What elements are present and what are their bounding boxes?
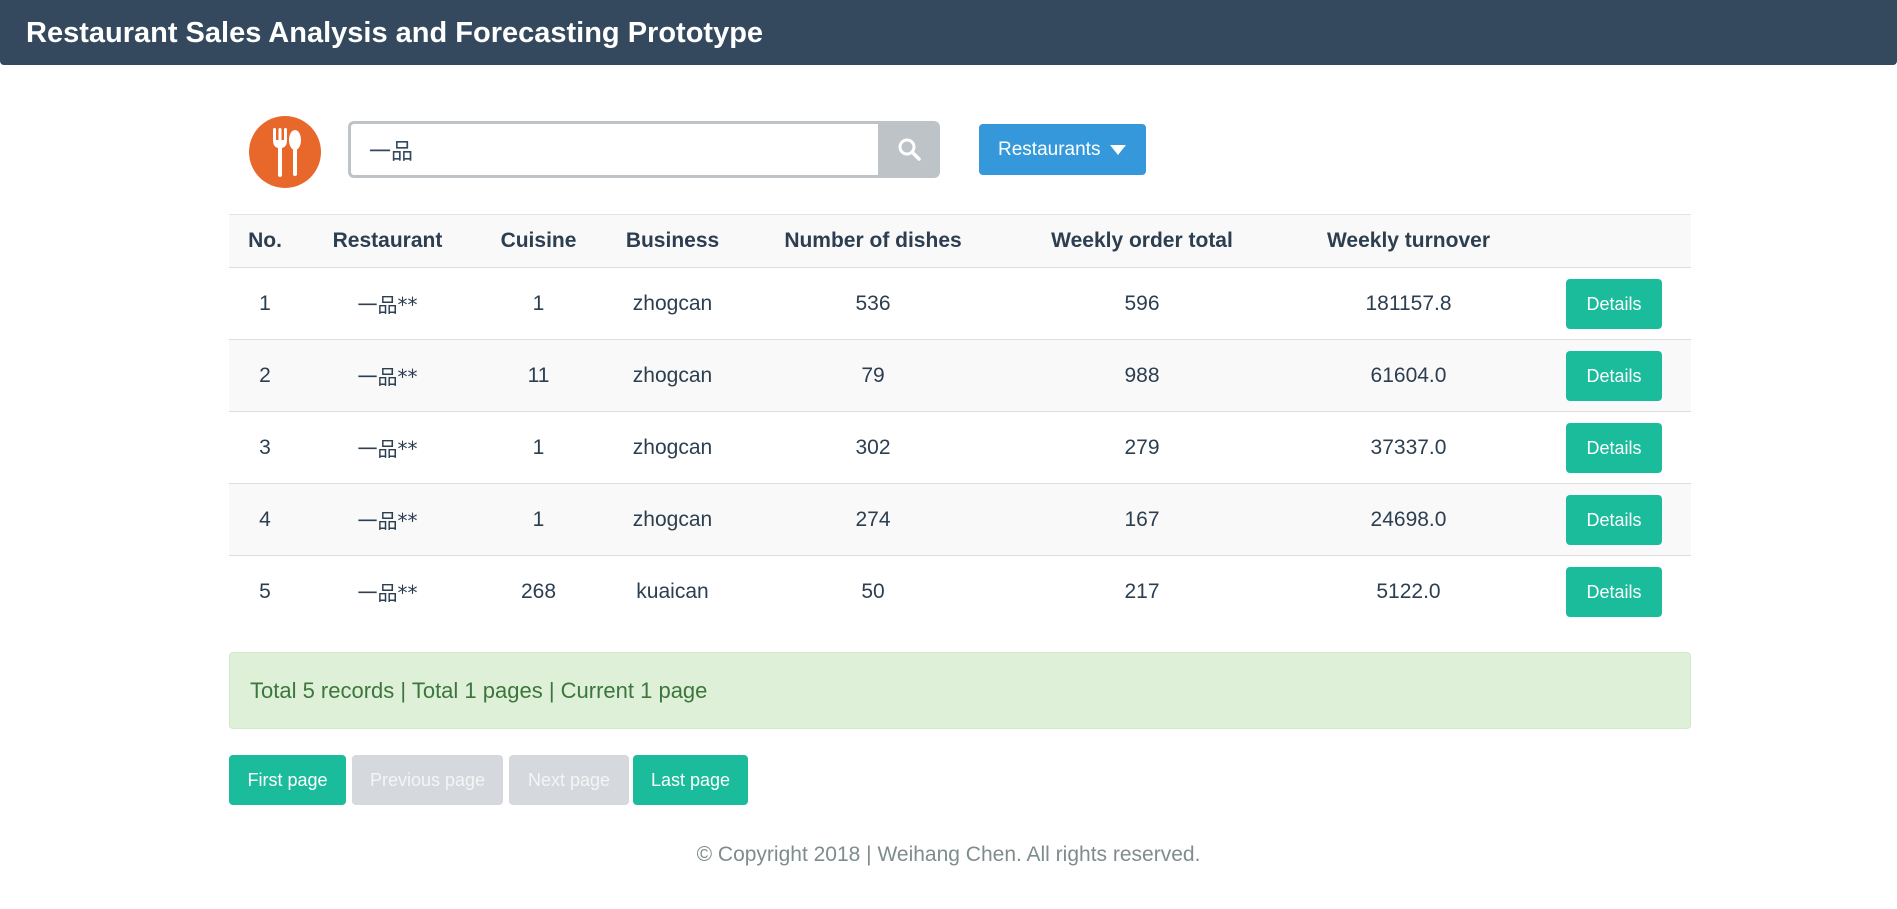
copyright-footer: © Copyright 2018 | Weihang Chen. All rig… <box>696 843 1201 866</box>
table-row: 4 一品** 1 zhogcan 274 167 24698.0 Details <box>229 483 1691 556</box>
cell-orders: 167 <box>1004 483 1280 556</box>
cell-no: 2 <box>229 339 301 412</box>
cell-orders: 596 <box>1004 267 1280 340</box>
cell-business: zhogcan <box>603 483 742 556</box>
cell-dishes: 302 <box>742 411 1004 484</box>
header-orders: Weekly order total <box>1004 214 1280 268</box>
table-row: 3 一品** 1 zhogcan 302 279 37337.0 Details <box>229 411 1691 484</box>
cell-orders: 279 <box>1004 411 1280 484</box>
next-page-button[interactable]: Next page <box>509 755 629 805</box>
header-business: Business <box>603 214 742 268</box>
cell-turnover: 24698.0 <box>1280 483 1537 556</box>
fork-spoon-icon <box>249 116 321 188</box>
cell-cuisine: 1 <box>474 411 603 484</box>
cell-orders: 217 <box>1004 555 1280 627</box>
header-no: No. <box>229 214 301 268</box>
cell-dishes: 79 <box>742 339 1004 412</box>
restaurants-dropdown-label: Restaurants <box>998 139 1101 160</box>
cell-action: Details <box>1537 339 1691 412</box>
previous-page-button[interactable]: Previous page <box>352 755 503 805</box>
cell-restaurant: 一品** <box>301 483 474 556</box>
first-page-button[interactable]: First page <box>229 755 346 805</box>
search-button[interactable] <box>878 121 940 178</box>
table-row: 1 一品** 1 zhogcan 536 596 181157.8 Detail… <box>229 267 1691 340</box>
header-action <box>1537 214 1691 268</box>
cell-dishes: 274 <box>742 483 1004 556</box>
cell-restaurant: 一品** <box>301 411 474 484</box>
table-row: 5 一品** 268 kuaican 50 217 5122.0 Details <box>229 555 1691 627</box>
cell-cuisine: 1 <box>474 483 603 556</box>
cell-no: 3 <box>229 411 301 484</box>
cell-cuisine: 1 <box>474 267 603 340</box>
details-button[interactable]: Details <box>1566 494 1662 545</box>
cell-action: Details <box>1537 267 1691 340</box>
top-navbar: Restaurant Sales Analysis and Forecastin… <box>0 0 1897 65</box>
cell-orders: 988 <box>1004 339 1280 412</box>
details-button[interactable]: Details <box>1566 422 1662 473</box>
header-cuisine: Cuisine <box>474 214 603 268</box>
restaurant-table: No. Restaurant Cuisine Business Number o… <box>229 214 1691 627</box>
cell-turnover: 37337.0 <box>1280 411 1537 484</box>
cell-action: Details <box>1537 411 1691 484</box>
cell-action: Details <box>1537 555 1691 627</box>
cell-restaurant: 一品** <box>301 339 474 412</box>
header-dishes: Number of dishes <box>742 214 1004 268</box>
details-button[interactable]: Details <box>1566 566 1662 617</box>
cell-dishes: 536 <box>742 267 1004 340</box>
header-restaurant: Restaurant <box>301 214 474 268</box>
cell-dishes: 50 <box>742 555 1004 627</box>
last-page-button[interactable]: Last page <box>633 755 748 805</box>
cell-action: Details <box>1537 483 1691 556</box>
search-group <box>348 121 940 178</box>
cell-business: zhogcan <box>603 411 742 484</box>
app-title[interactable]: Restaurant Sales Analysis and Forecastin… <box>26 0 763 66</box>
cell-business: zhogcan <box>603 339 742 412</box>
cell-turnover: 181157.8 <box>1280 267 1537 340</box>
cell-no: 1 <box>229 267 301 340</box>
cell-cuisine: 11 <box>474 339 603 412</box>
records-summary: Total 5 records | Total 1 pages | Curren… <box>229 652 1691 729</box>
cell-business: zhogcan <box>603 267 742 340</box>
cell-turnover: 61604.0 <box>1280 339 1537 412</box>
caret-down-icon <box>1110 145 1126 155</box>
cell-no: 4 <box>229 483 301 556</box>
cell-cuisine: 268 <box>474 555 603 627</box>
search-input[interactable] <box>348 121 880 178</box>
header-turnover: Weekly turnover <box>1280 214 1537 268</box>
cell-no: 5 <box>229 555 301 627</box>
table-header-row: No. Restaurant Cuisine Business Number o… <box>229 214 1691 268</box>
restaurants-dropdown[interactable]: Restaurants <box>979 124 1146 175</box>
cell-turnover: 5122.0 <box>1280 555 1537 627</box>
search-icon <box>898 138 921 161</box>
details-button[interactable]: Details <box>1566 350 1662 401</box>
details-button[interactable]: Details <box>1566 278 1662 329</box>
cell-restaurant: 一品** <box>301 267 474 340</box>
cell-restaurant: 一品** <box>301 555 474 627</box>
table-row: 2 一品** 11 zhogcan 79 988 61604.0 Details <box>229 339 1691 412</box>
cell-business: kuaican <box>603 555 742 627</box>
